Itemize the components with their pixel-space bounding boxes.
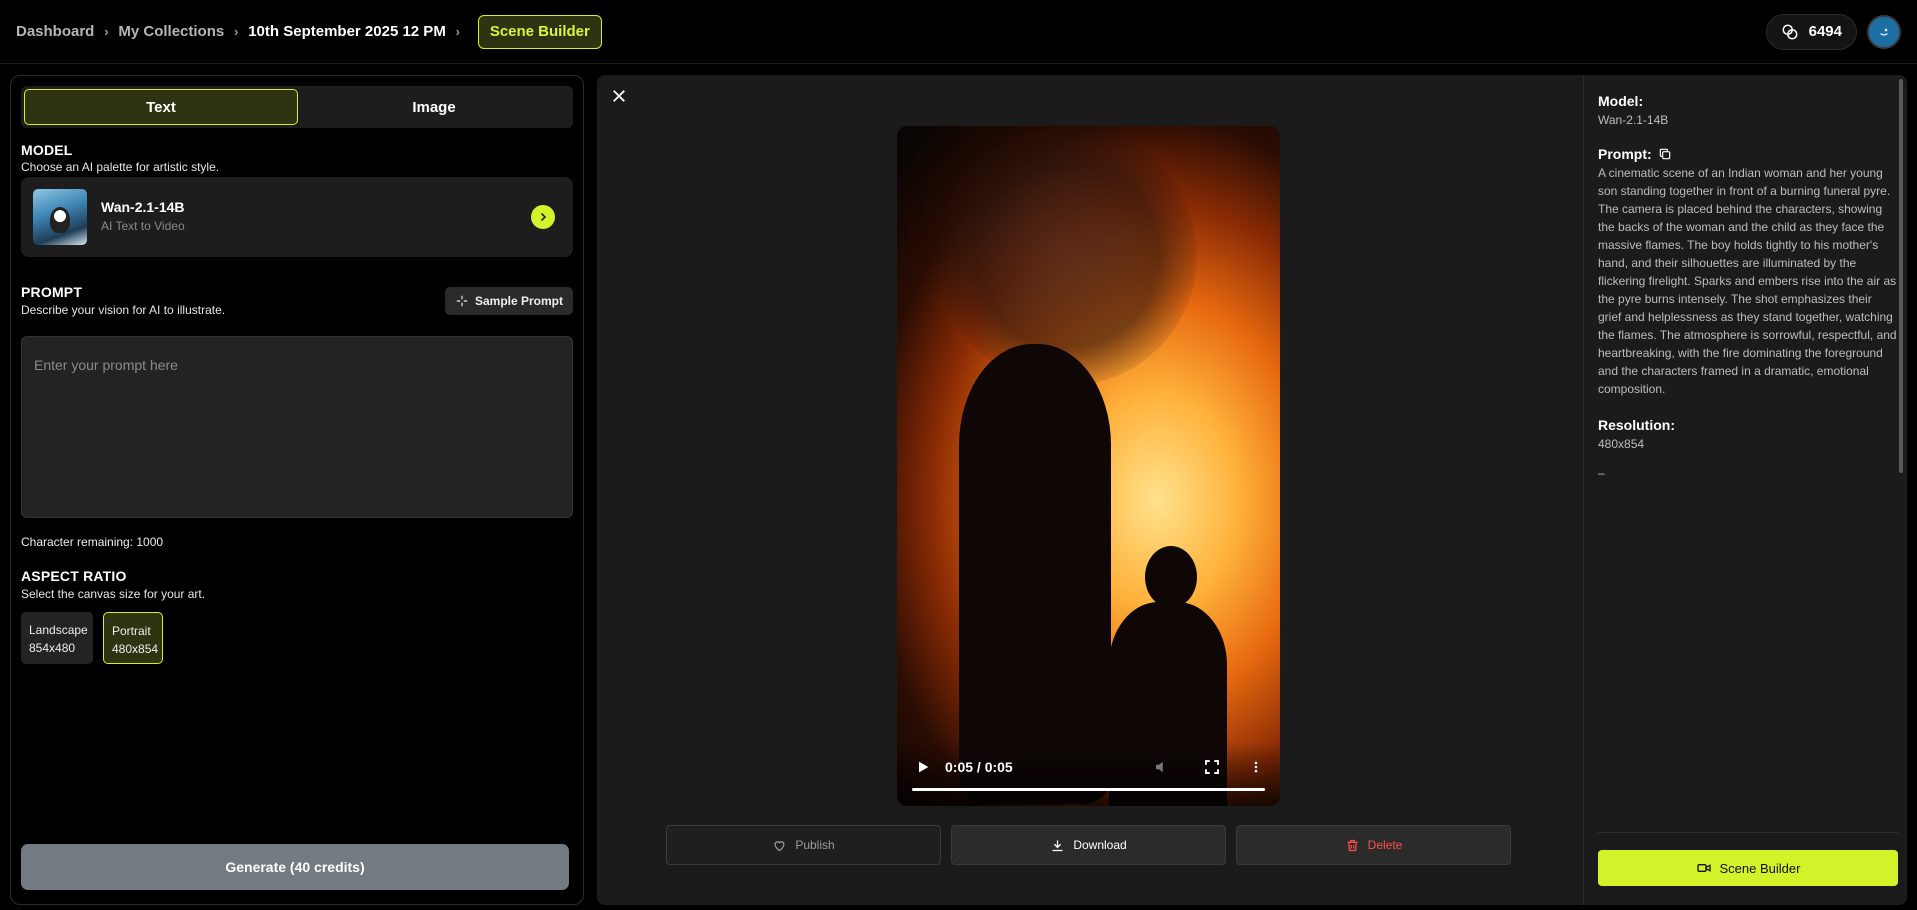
aspect-option-size: 854x480: [29, 641, 76, 655]
generate-button[interactable]: Generate (40 credits): [21, 844, 569, 890]
model-section-subtitle: Choose an AI palette for artistic style.: [21, 160, 220, 174]
detail-resolution-value: 480x854: [1598, 437, 1645, 451]
sparkle-icon: [456, 295, 468, 307]
video-camera-icon: [1696, 864, 1711, 872]
breadcrumb-my-collections[interactable]: My Collections: [118, 23, 224, 40]
model-select-button[interactable]: [531, 205, 555, 229]
prompt-input[interactable]: [21, 336, 573, 518]
model-section-title: MODEL: [21, 142, 73, 158]
download-button[interactable]: Download: [951, 825, 1226, 865]
top-right-controls: 6494: [1765, 13, 1901, 50]
details-scrollbar[interactable]: [1899, 79, 1903, 473]
model-selector[interactable]: Wan-2.1-14B AI Text to Video: [21, 177, 573, 257]
detail-model-label-text: Model:: [1598, 93, 1644, 109]
breadcrumb-dashboard[interactable]: Dashboard: [16, 23, 94, 40]
model-type: AI Text to Video: [101, 219, 185, 233]
heart-icon: [774, 840, 785, 851]
prompt-section-title: PROMPT: [21, 284, 83, 300]
mode-tabs: Text Image: [21, 86, 573, 128]
aspect-ratio-subtitle: Select the canvas size for your art.: [21, 587, 206, 601]
credits-badge[interactable]: 6494: [1765, 13, 1857, 50]
video-player[interactable]: 0:05 / 0:05: [897, 126, 1280, 806]
detail-prompt-label-text: Prompt:: [1598, 146, 1652, 162]
tab-text[interactable]: Text: [24, 89, 298, 125]
video-controls: 0:05 / 0:05: [897, 742, 1280, 806]
coins-icon: [1782, 24, 1798, 39]
detail-prompt-value: A cinematic scene of an Indian woman and…: [1598, 166, 1897, 396]
volume-icon[interactable]: [1153, 758, 1171, 776]
close-icon: [613, 90, 625, 102]
publish-label: Publish: [795, 838, 835, 852]
detail-extra: –: [1598, 466, 1605, 480]
more-vertical-icon[interactable]: [1249, 758, 1263, 776]
detail-prompt-label: Prompt:: [1598, 146, 1672, 162]
aspect-option-portrait[interactable]: Portrait 480x854: [103, 612, 163, 664]
user-avatar[interactable]: [1867, 14, 1901, 49]
fullscreen-icon[interactable]: [1203, 758, 1221, 776]
detail-model-value: Wan-2.1-14B: [1598, 113, 1669, 127]
detail-model-label: Model:: [1598, 93, 1643, 109]
sample-prompt-button[interactable]: Sample Prompt: [444, 287, 573, 315]
tab-image[interactable]: Image: [298, 89, 570, 125]
chevron-right-icon: ›: [104, 24, 109, 39]
aspect-option-landscape[interactable]: Landscape 854x480: [21, 612, 93, 664]
model-name: Wan-2.1-14B: [101, 199, 185, 215]
scene-builder-label: Scene Builder: [1719, 860, 1801, 876]
aspect-option-size: 480x854: [112, 642, 159, 656]
video-frame-child-head: [1145, 546, 1197, 608]
close-button[interactable]: [607, 84, 631, 108]
scene-builder-button[interactable]: Scene Builder: [1598, 850, 1898, 886]
detail-resolution-label-text: Resolution:: [1598, 417, 1675, 433]
smile-icon: [1880, 28, 1888, 35]
delete-button[interactable]: Delete: [1236, 825, 1511, 865]
publish-button[interactable]: Publish: [666, 825, 941, 865]
breadcrumb: Dashboard › My Collections › 10th Septem…: [16, 14, 602, 49]
details-panel: Model: Wan-2.1-14B Prompt: A cinematic s…: [1583, 75, 1907, 905]
video-progress-bar[interactable]: [912, 788, 1265, 791]
details-divider: [1598, 832, 1898, 833]
trash-icon: [1347, 839, 1358, 851]
credits-count: 6494: [1808, 23, 1842, 40]
prompt-section-subtitle: Describe your vision for AI to illustrat…: [21, 303, 226, 317]
aspect-option-label: Portrait: [112, 624, 151, 638]
delete-label: Delete: [1367, 838, 1403, 852]
breadcrumb-scene-builder-button[interactable]: Scene Builder: [477, 14, 602, 49]
breadcrumb-current: 10th September 2025 12 PM: [248, 23, 446, 40]
download-icon: [1052, 840, 1063, 851]
character-remaining: Character remaining: 1000: [21, 535, 164, 549]
aspect-option-label: Landscape: [29, 623, 88, 637]
play-icon[interactable]: [915, 758, 931, 776]
download-label: Download: [1073, 838, 1127, 852]
chevron-right-icon: ›: [455, 24, 460, 39]
video-progress-fill: [912, 788, 1265, 791]
copy-icon[interactable]: [1658, 147, 1672, 161]
generation-panel: Text Image MODEL Choose an AI palette fo…: [10, 75, 584, 905]
sample-prompt-label: Sample Prompt: [474, 294, 563, 308]
aspect-ratio-title: ASPECT RATIO: [21, 568, 127, 584]
video-frame-woman-silhouette: [959, 344, 1111, 804]
video-frame-smoke: [937, 126, 1197, 386]
chevron-right-icon: [540, 212, 547, 222]
top-bar: Dashboard › My Collections › 10th Septem…: [0, 0, 1917, 64]
model-thumbnail: [33, 189, 87, 245]
video-time: 0:05 / 0:05: [945, 759, 1013, 775]
detail-resolution-label: Resolution:: [1598, 417, 1675, 433]
chevron-right-icon: ›: [234, 24, 239, 39]
